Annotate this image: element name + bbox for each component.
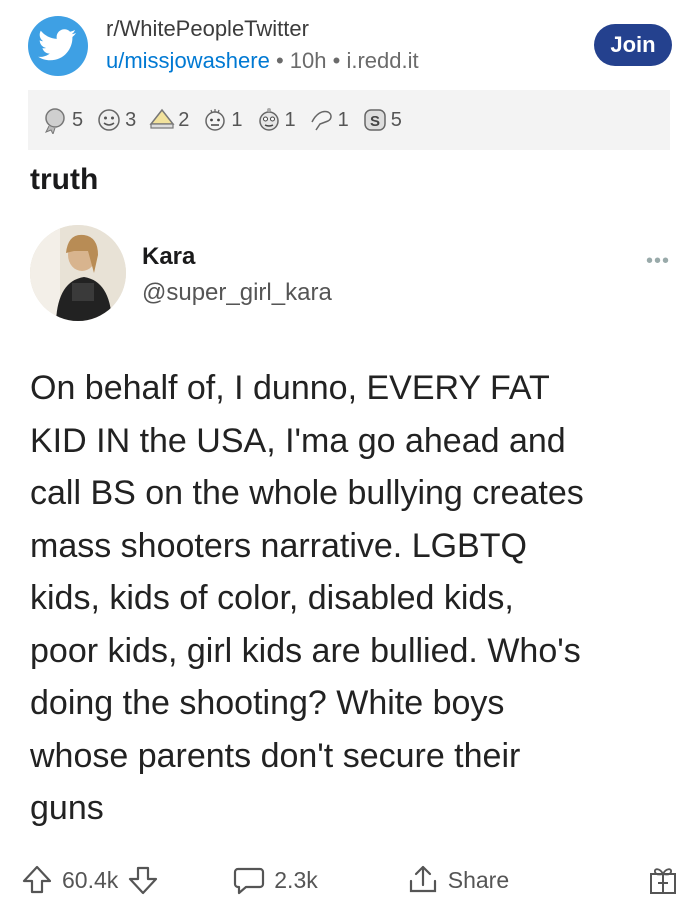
downvote-icon[interactable] (126, 863, 160, 897)
share-icon (409, 865, 436, 893)
share-label: Share (447, 866, 510, 893)
award-count: 2 (178, 108, 190, 131)
post-actions-bar: 60.4k 2.3k Share (20, 852, 680, 908)
avatar (30, 225, 126, 321)
award-silver-icon (44, 108, 65, 134)
award-item[interactable]: 1 (255, 106, 296, 134)
twitter-bird-icon (38, 29, 76, 61)
comment-count: 2.3k (274, 866, 318, 893)
award-hand-icon (310, 110, 332, 131)
award-item[interactable]: 2 (148, 106, 189, 134)
gift-icon (650, 868, 676, 894)
comments-button[interactable]: 2.3k (232, 863, 318, 897)
post-title[interactable]: truth (30, 163, 98, 197)
vote-count: 60.4k (62, 866, 119, 893)
award-count: 1 (284, 108, 296, 131)
meta-separator: • (332, 48, 341, 73)
profile-photo-icon (30, 225, 126, 321)
post-time: 10h (289, 48, 327, 73)
post-header: r/WhitePeopleTwitter u/missjowashere • 1… (28, 14, 672, 78)
more-options-icon: ••• (645, 250, 670, 272)
tweet-text: On behalf of, I dunno, EVERY FAT KID IN … (30, 369, 584, 827)
meta-separator: • (275, 48, 284, 73)
svg-text:S: S (370, 113, 380, 130)
award-item[interactable]: 1 (201, 106, 243, 134)
award-face3-icon (258, 108, 279, 131)
award-count: 5 (390, 108, 402, 131)
comment-icon (234, 867, 265, 895)
tweet-author-name: Kara (142, 243, 196, 270)
award-count: 1 (337, 108, 349, 131)
award-count: 5 (72, 108, 84, 131)
upvote-icon[interactable] (20, 863, 54, 897)
subreddit-name[interactable]: r/WhitePeopleTwitter (106, 16, 309, 42)
award-count: 1 (231, 108, 243, 131)
award-item[interactable]: 3 (95, 106, 136, 134)
tweet-author-handle: @super_girl_kara (142, 279, 332, 306)
award-hat-icon (149, 108, 175, 129)
award-face-icon (98, 109, 120, 131)
subreddit-avatar[interactable] (28, 16, 88, 76)
post-domain[interactable]: i.redd.it (346, 48, 418, 73)
join-button[interactable]: Join (594, 24, 672, 66)
award-item[interactable]: S 5 (361, 106, 402, 134)
post-author[interactable]: u/missjowashere (106, 48, 270, 73)
award-face2-icon (205, 109, 226, 131)
award-item[interactable]: 5 (42, 106, 83, 134)
vote-controls: 60.4k (20, 863, 160, 897)
share-button[interactable]: Share (406, 863, 509, 897)
awards-bar[interactable]: 5 3 2 1 1 1 S 5 (28, 90, 670, 150)
award-button[interactable] (646, 863, 680, 897)
award-item[interactable]: 1 (308, 106, 349, 134)
award-count: 3 (125, 108, 137, 131)
award-gold-icon: S (364, 109, 386, 131)
post-meta: u/missjowashere • 10h • i.redd.it (106, 48, 419, 74)
